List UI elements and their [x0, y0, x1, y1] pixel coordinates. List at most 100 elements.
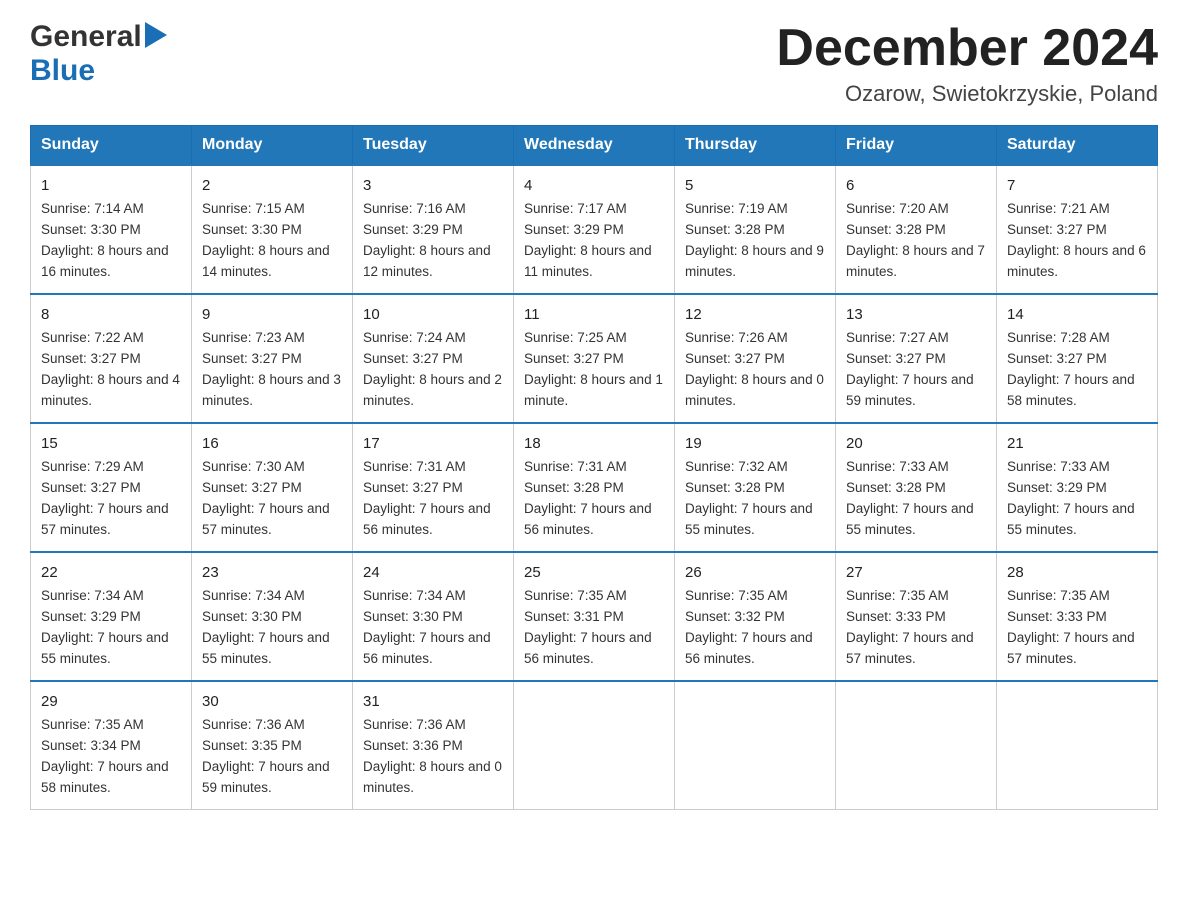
- calendar-cell: 8Sunrise: 7:22 AMSunset: 3:27 PMDaylight…: [31, 294, 192, 423]
- day-info: Sunrise: 7:35 AMSunset: 3:33 PMDaylight:…: [1007, 586, 1147, 670]
- day-info: Sunrise: 7:35 AMSunset: 3:31 PMDaylight:…: [524, 586, 664, 670]
- calendar-cell: 26Sunrise: 7:35 AMSunset: 3:32 PMDayligh…: [675, 552, 836, 681]
- day-number: 16: [202, 432, 342, 455]
- day-info: Sunrise: 7:34 AMSunset: 3:30 PMDaylight:…: [363, 586, 503, 670]
- day-number: 28: [1007, 561, 1147, 584]
- title-section: December 2024 Ozarow, Swietokrzyskie, Po…: [776, 20, 1158, 107]
- day-number: 13: [846, 303, 986, 326]
- location-subtitle: Ozarow, Swietokrzyskie, Poland: [776, 81, 1158, 107]
- day-number: 18: [524, 432, 664, 455]
- day-info: Sunrise: 7:35 AMSunset: 3:33 PMDaylight:…: [846, 586, 986, 670]
- day-info: Sunrise: 7:20 AMSunset: 3:28 PMDaylight:…: [846, 199, 986, 283]
- calendar-week-row: 29Sunrise: 7:35 AMSunset: 3:34 PMDayligh…: [31, 681, 1158, 809]
- col-thursday: Thursday: [675, 126, 836, 166]
- calendar-cell: 9Sunrise: 7:23 AMSunset: 3:27 PMDaylight…: [192, 294, 353, 423]
- day-number: 19: [685, 432, 825, 455]
- day-number: 24: [363, 561, 503, 584]
- day-number: 22: [41, 561, 181, 584]
- day-number: 31: [363, 690, 503, 713]
- day-number: 14: [1007, 303, 1147, 326]
- day-number: 9: [202, 303, 342, 326]
- calendar-week-row: 8Sunrise: 7:22 AMSunset: 3:27 PMDaylight…: [31, 294, 1158, 423]
- day-number: 5: [685, 174, 825, 197]
- col-friday: Friday: [836, 126, 997, 166]
- logo-blue-text: Blue: [30, 54, 95, 87]
- day-number: 8: [41, 303, 181, 326]
- calendar-cell: 29Sunrise: 7:35 AMSunset: 3:34 PMDayligh…: [31, 681, 192, 809]
- day-number: 4: [524, 174, 664, 197]
- day-number: 27: [846, 561, 986, 584]
- calendar-cell: 6Sunrise: 7:20 AMSunset: 3:28 PMDaylight…: [836, 165, 997, 294]
- day-info: Sunrise: 7:33 AMSunset: 3:29 PMDaylight:…: [1007, 457, 1147, 541]
- day-info: Sunrise: 7:31 AMSunset: 3:27 PMDaylight:…: [363, 457, 503, 541]
- day-number: 7: [1007, 174, 1147, 197]
- logo-arrow-icon: [145, 22, 167, 52]
- calendar-cell: 1Sunrise: 7:14 AMSunset: 3:30 PMDaylight…: [31, 165, 192, 294]
- calendar-cell: 31Sunrise: 7:36 AMSunset: 3:36 PMDayligh…: [353, 681, 514, 809]
- calendar-cell: 11Sunrise: 7:25 AMSunset: 3:27 PMDayligh…: [514, 294, 675, 423]
- calendar-cell: 7Sunrise: 7:21 AMSunset: 3:27 PMDaylight…: [997, 165, 1158, 294]
- day-number: 6: [846, 174, 986, 197]
- calendar-cell: 23Sunrise: 7:34 AMSunset: 3:30 PMDayligh…: [192, 552, 353, 681]
- day-info: Sunrise: 7:31 AMSunset: 3:28 PMDaylight:…: [524, 457, 664, 541]
- day-info: Sunrise: 7:24 AMSunset: 3:27 PMDaylight:…: [363, 328, 503, 412]
- page-header: General Blue December 2024 Ozarow, Swiet…: [30, 20, 1158, 107]
- month-year-title: December 2024: [776, 20, 1158, 77]
- day-number: 11: [524, 303, 664, 326]
- calendar-cell: 3Sunrise: 7:16 AMSunset: 3:29 PMDaylight…: [353, 165, 514, 294]
- calendar-cell: 4Sunrise: 7:17 AMSunset: 3:29 PMDaylight…: [514, 165, 675, 294]
- day-info: Sunrise: 7:22 AMSunset: 3:27 PMDaylight:…: [41, 328, 181, 412]
- day-info: Sunrise: 7:27 AMSunset: 3:27 PMDaylight:…: [846, 328, 986, 412]
- day-number: 12: [685, 303, 825, 326]
- day-info: Sunrise: 7:33 AMSunset: 3:28 PMDaylight:…: [846, 457, 986, 541]
- calendar-cell: [514, 681, 675, 809]
- calendar-cell: 27Sunrise: 7:35 AMSunset: 3:33 PMDayligh…: [836, 552, 997, 681]
- calendar-cell: 19Sunrise: 7:32 AMSunset: 3:28 PMDayligh…: [675, 423, 836, 552]
- day-info: Sunrise: 7:35 AMSunset: 3:32 PMDaylight:…: [685, 586, 825, 670]
- day-info: Sunrise: 7:17 AMSunset: 3:29 PMDaylight:…: [524, 199, 664, 283]
- day-number: 15: [41, 432, 181, 455]
- calendar-cell: 17Sunrise: 7:31 AMSunset: 3:27 PMDayligh…: [353, 423, 514, 552]
- day-number: 26: [685, 561, 825, 584]
- day-number: 17: [363, 432, 503, 455]
- day-info: Sunrise: 7:19 AMSunset: 3:28 PMDaylight:…: [685, 199, 825, 283]
- col-saturday: Saturday: [997, 126, 1158, 166]
- calendar-cell: 25Sunrise: 7:35 AMSunset: 3:31 PMDayligh…: [514, 552, 675, 681]
- logo-general-text: General: [30, 20, 142, 54]
- day-number: 10: [363, 303, 503, 326]
- day-number: 20: [846, 432, 986, 455]
- day-number: 2: [202, 174, 342, 197]
- day-info: Sunrise: 7:25 AMSunset: 3:27 PMDaylight:…: [524, 328, 664, 412]
- col-tuesday: Tuesday: [353, 126, 514, 166]
- day-info: Sunrise: 7:35 AMSunset: 3:34 PMDaylight:…: [41, 715, 181, 799]
- col-monday: Monday: [192, 126, 353, 166]
- day-info: Sunrise: 7:34 AMSunset: 3:30 PMDaylight:…: [202, 586, 342, 670]
- day-info: Sunrise: 7:34 AMSunset: 3:29 PMDaylight:…: [41, 586, 181, 670]
- calendar-cell: 22Sunrise: 7:34 AMSunset: 3:29 PMDayligh…: [31, 552, 192, 681]
- col-wednesday: Wednesday: [514, 126, 675, 166]
- calendar-week-row: 22Sunrise: 7:34 AMSunset: 3:29 PMDayligh…: [31, 552, 1158, 681]
- day-info: Sunrise: 7:15 AMSunset: 3:30 PMDaylight:…: [202, 199, 342, 283]
- calendar-cell: 10Sunrise: 7:24 AMSunset: 3:27 PMDayligh…: [353, 294, 514, 423]
- day-info: Sunrise: 7:14 AMSunset: 3:30 PMDaylight:…: [41, 199, 181, 283]
- day-number: 21: [1007, 432, 1147, 455]
- col-sunday: Sunday: [31, 126, 192, 166]
- calendar-week-row: 15Sunrise: 7:29 AMSunset: 3:27 PMDayligh…: [31, 423, 1158, 552]
- calendar-table: Sunday Monday Tuesday Wednesday Thursday…: [30, 125, 1158, 810]
- calendar-cell: 2Sunrise: 7:15 AMSunset: 3:30 PMDaylight…: [192, 165, 353, 294]
- calendar-cell: [836, 681, 997, 809]
- day-info: Sunrise: 7:21 AMSunset: 3:27 PMDaylight:…: [1007, 199, 1147, 283]
- calendar-week-row: 1Sunrise: 7:14 AMSunset: 3:30 PMDaylight…: [31, 165, 1158, 294]
- calendar-cell: 12Sunrise: 7:26 AMSunset: 3:27 PMDayligh…: [675, 294, 836, 423]
- calendar-cell: 13Sunrise: 7:27 AMSunset: 3:27 PMDayligh…: [836, 294, 997, 423]
- logo: General Blue: [30, 20, 167, 88]
- calendar-cell: [675, 681, 836, 809]
- calendar-cell: 16Sunrise: 7:30 AMSunset: 3:27 PMDayligh…: [192, 423, 353, 552]
- day-number: 29: [41, 690, 181, 713]
- calendar-cell: 18Sunrise: 7:31 AMSunset: 3:28 PMDayligh…: [514, 423, 675, 552]
- calendar-cell: 30Sunrise: 7:36 AMSunset: 3:35 PMDayligh…: [192, 681, 353, 809]
- day-number: 23: [202, 561, 342, 584]
- calendar-cell: 21Sunrise: 7:33 AMSunset: 3:29 PMDayligh…: [997, 423, 1158, 552]
- calendar-header-row: Sunday Monday Tuesday Wednesday Thursday…: [31, 126, 1158, 166]
- calendar-cell: [997, 681, 1158, 809]
